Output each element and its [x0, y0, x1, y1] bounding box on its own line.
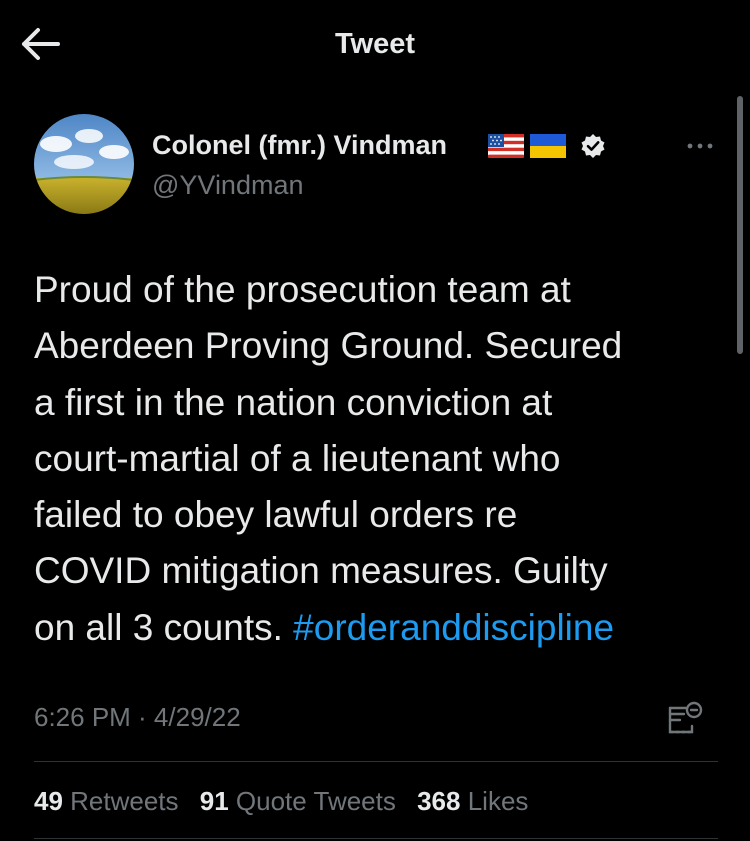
tweet-line: Proud of the prosecution team at — [34, 269, 571, 310]
quotes-label: Quote Tweets — [228, 786, 396, 816]
quote-tweets-stat[interactable]: 91 Quote Tweets — [200, 786, 396, 817]
page-title: Tweet — [334, 28, 416, 60]
retweets-stat[interactable]: 49 Retweets — [34, 786, 179, 817]
tweet-line-last: on all 3 counts. #orderanddiscipline — [34, 600, 724, 656]
likes-count: 368 — [417, 786, 461, 816]
tweet-line: COVID mitigation measures. Guilty — [34, 550, 608, 592]
tweet-timestamp[interactable]: 6:26 PM · 4/29/22 — [34, 702, 241, 733]
tweet-line: Aberdeen Proving Ground. Secured — [34, 325, 623, 367]
likes-label: Likes — [460, 786, 529, 816]
tweet-line: failed to obey lawful orders re — [34, 494, 518, 536]
likes-stat[interactable]: 368 Likes — [417, 786, 528, 817]
avatar[interactable] — [34, 114, 134, 214]
author-name[interactable]: Colonel (fmr.) Vindman — [152, 130, 447, 161]
retweets-label: Retweets — [62, 786, 179, 816]
scrollbar[interactable] — [737, 96, 743, 354]
engagement-stats: 49 Retweets 91 Quote Tweets 368 Likes — [34, 786, 542, 817]
tweet-text: Proud of the prosecution team at Aberdee… — [34, 262, 724, 656]
author-handle[interactable]: @YVindman — [152, 170, 304, 201]
retweets-count: 49 — [34, 786, 63, 816]
top-bar: Tweet — [0, 0, 750, 92]
divider — [34, 838, 718, 839]
ukraine-flag-icon — [530, 134, 566, 158]
hashtag-link[interactable]: #orderanddiscipline — [293, 607, 614, 648]
tweet-line: a first in the nation conviction at — [34, 381, 553, 423]
verified-badge-icon — [581, 134, 605, 158]
us-flag-icon — [488, 134, 524, 158]
tweet-line: court-martial of a lieutenant who — [34, 437, 561, 479]
divider — [34, 761, 718, 762]
more-options-button[interactable] — [684, 134, 716, 158]
tweet-line-text: on all 3 counts. — [34, 606, 294, 648]
more-icon — [687, 143, 713, 149]
analytics-button[interactable] — [666, 698, 704, 736]
quotes-count: 91 — [199, 786, 229, 816]
analytics-icon — [668, 701, 703, 734]
